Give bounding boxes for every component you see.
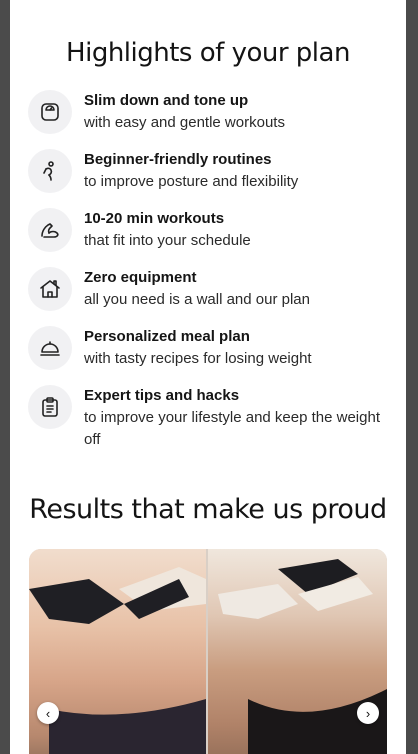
highlight-subtitle: all you need is a wall and our plan xyxy=(84,291,310,308)
highlights-title: Highlights of your plan xyxy=(66,38,350,68)
food-cloche-icon xyxy=(28,326,72,370)
highlight-item-tips: Expert tips and hacks to improve your li… xyxy=(28,385,388,451)
highlight-subtitle: with easy and gentle workouts xyxy=(84,114,285,131)
results-carousel[interactable]: ‹ › xyxy=(29,549,387,754)
highlight-title: Zero equipment xyxy=(84,269,197,286)
before-photo xyxy=(29,549,206,754)
carousel-prev-button[interactable]: ‹ xyxy=(37,702,59,724)
stretching-person-icon xyxy=(28,149,72,193)
scale-icon xyxy=(28,90,72,134)
chevron-left-icon: ‹ xyxy=(45,705,51,721)
highlight-title: Slim down and tone up xyxy=(84,92,249,109)
home-icon xyxy=(28,267,72,311)
highlight-subtitle: to improve your lifestyle and keep the w… xyxy=(84,409,380,448)
after-photo xyxy=(208,549,387,754)
highlight-title: Expert tips and hacks xyxy=(84,387,240,404)
highlight-item-beginner: Beginner-friendly routines to improve po… xyxy=(28,149,388,193)
highlight-subtitle: that fit into your schedule xyxy=(84,232,251,249)
carousel-next-button[interactable]: › xyxy=(357,702,379,724)
highlight-item-meal-plan: Personalized meal plan with tasty recipe… xyxy=(28,326,388,370)
highlight-subtitle: with tasty recipes for losing weight xyxy=(84,350,312,367)
highlight-title: Beginner-friendly routines xyxy=(84,151,272,168)
flexed-arm-icon xyxy=(28,208,72,252)
chevron-right-icon: › xyxy=(365,705,371,721)
highlight-subtitle: to improve posture and flexibility xyxy=(84,173,299,190)
highlight-item-equipment: Zero equipment all you need is a wall an… xyxy=(28,267,388,311)
results-title: Results that make us proud xyxy=(29,494,387,525)
highlight-title: 10-20 min workouts xyxy=(84,210,225,227)
highlight-item-workouts: 10-20 min workouts that fit into your sc… xyxy=(28,208,388,252)
highlight-item-slim-down: Slim down and tone up with easy and gent… xyxy=(28,90,388,134)
clipboard-icon xyxy=(28,385,72,429)
plan-page: Highlights of your plan Slim down and to… xyxy=(10,0,406,754)
highlight-title: Personalized meal plan xyxy=(84,328,250,345)
highlights-list: Slim down and tone up with easy and gent… xyxy=(28,90,388,466)
